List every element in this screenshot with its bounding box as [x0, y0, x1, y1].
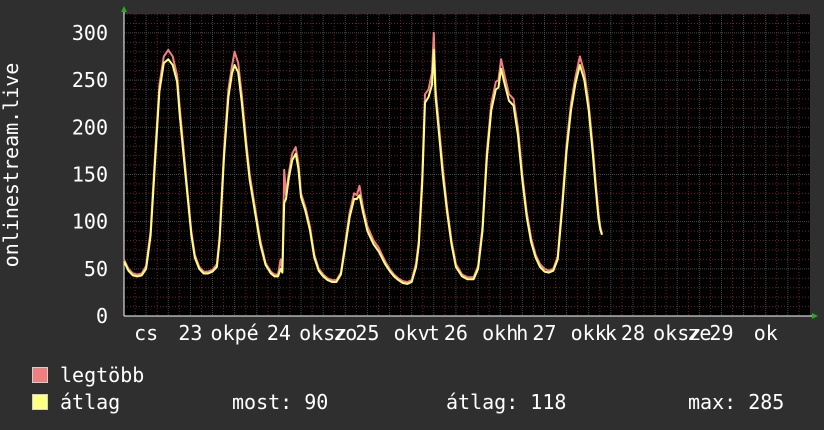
x-tick-label: t	[428, 321, 440, 345]
y-axis-arrow	[121, 6, 127, 12]
y-tick-label: 300	[72, 21, 108, 45]
stat-max: max: 285	[688, 390, 785, 414]
x-tick-labels: cs 23 okpé 24 okszzo25 okvt 26 okhh 27 okkk 28 oksz…	[134, 321, 778, 345]
stat-now: most: 90	[232, 390, 329, 414]
x-tick-label: ze	[687, 321, 711, 345]
x-tick-label: cs	[134, 321, 158, 345]
stat-average: átlag: 118	[446, 390, 567, 414]
y-tick-label: 250	[72, 68, 108, 92]
x-tick-label: h	[516, 321, 528, 345]
legend-label-legtobb: legtöbb	[60, 363, 145, 387]
x-tick-label: k	[605, 321, 617, 345]
x-tick-label: 28	[621, 321, 645, 345]
x-tick-label: okv	[394, 321, 430, 345]
x-tick-label: okpé	[211, 321, 259, 345]
y-tick-label: 50	[84, 257, 108, 281]
x-tick-label: 23	[178, 321, 202, 345]
chart-container: 0 50 100 150 200 250 300 cs 23 okpé 24 oksz zo 25 okv t…	[0, 0, 824, 430]
x-tick-label: ok	[754, 321, 778, 345]
x-tick-label: 26	[444, 321, 468, 345]
x-tick-label: 27	[532, 321, 556, 345]
x-tick-label: okk	[571, 321, 607, 345]
x-tick-label: zo	[333, 321, 357, 345]
x-tick-label: okh	[482, 321, 518, 345]
legend-label-atlag: átlag	[60, 390, 121, 414]
y-tick-labels: 0 50 100 150 200 250 300	[72, 21, 108, 328]
x-tick-label: 29	[709, 321, 733, 345]
x-axis-arrow	[812, 313, 818, 319]
y-axis-title: onlinestream.live	[0, 63, 23, 268]
x-tick-label: 24	[267, 321, 291, 345]
legend-swatch-legtobb	[32, 367, 48, 383]
y-tick-label: 100	[72, 210, 108, 234]
x-tick-label: 25	[355, 321, 379, 345]
legend-swatch-atlag	[32, 394, 48, 410]
y-tick-label: 200	[72, 115, 108, 139]
y-tick-label: 0	[96, 304, 108, 328]
y-tick-label: 150	[72, 162, 108, 186]
